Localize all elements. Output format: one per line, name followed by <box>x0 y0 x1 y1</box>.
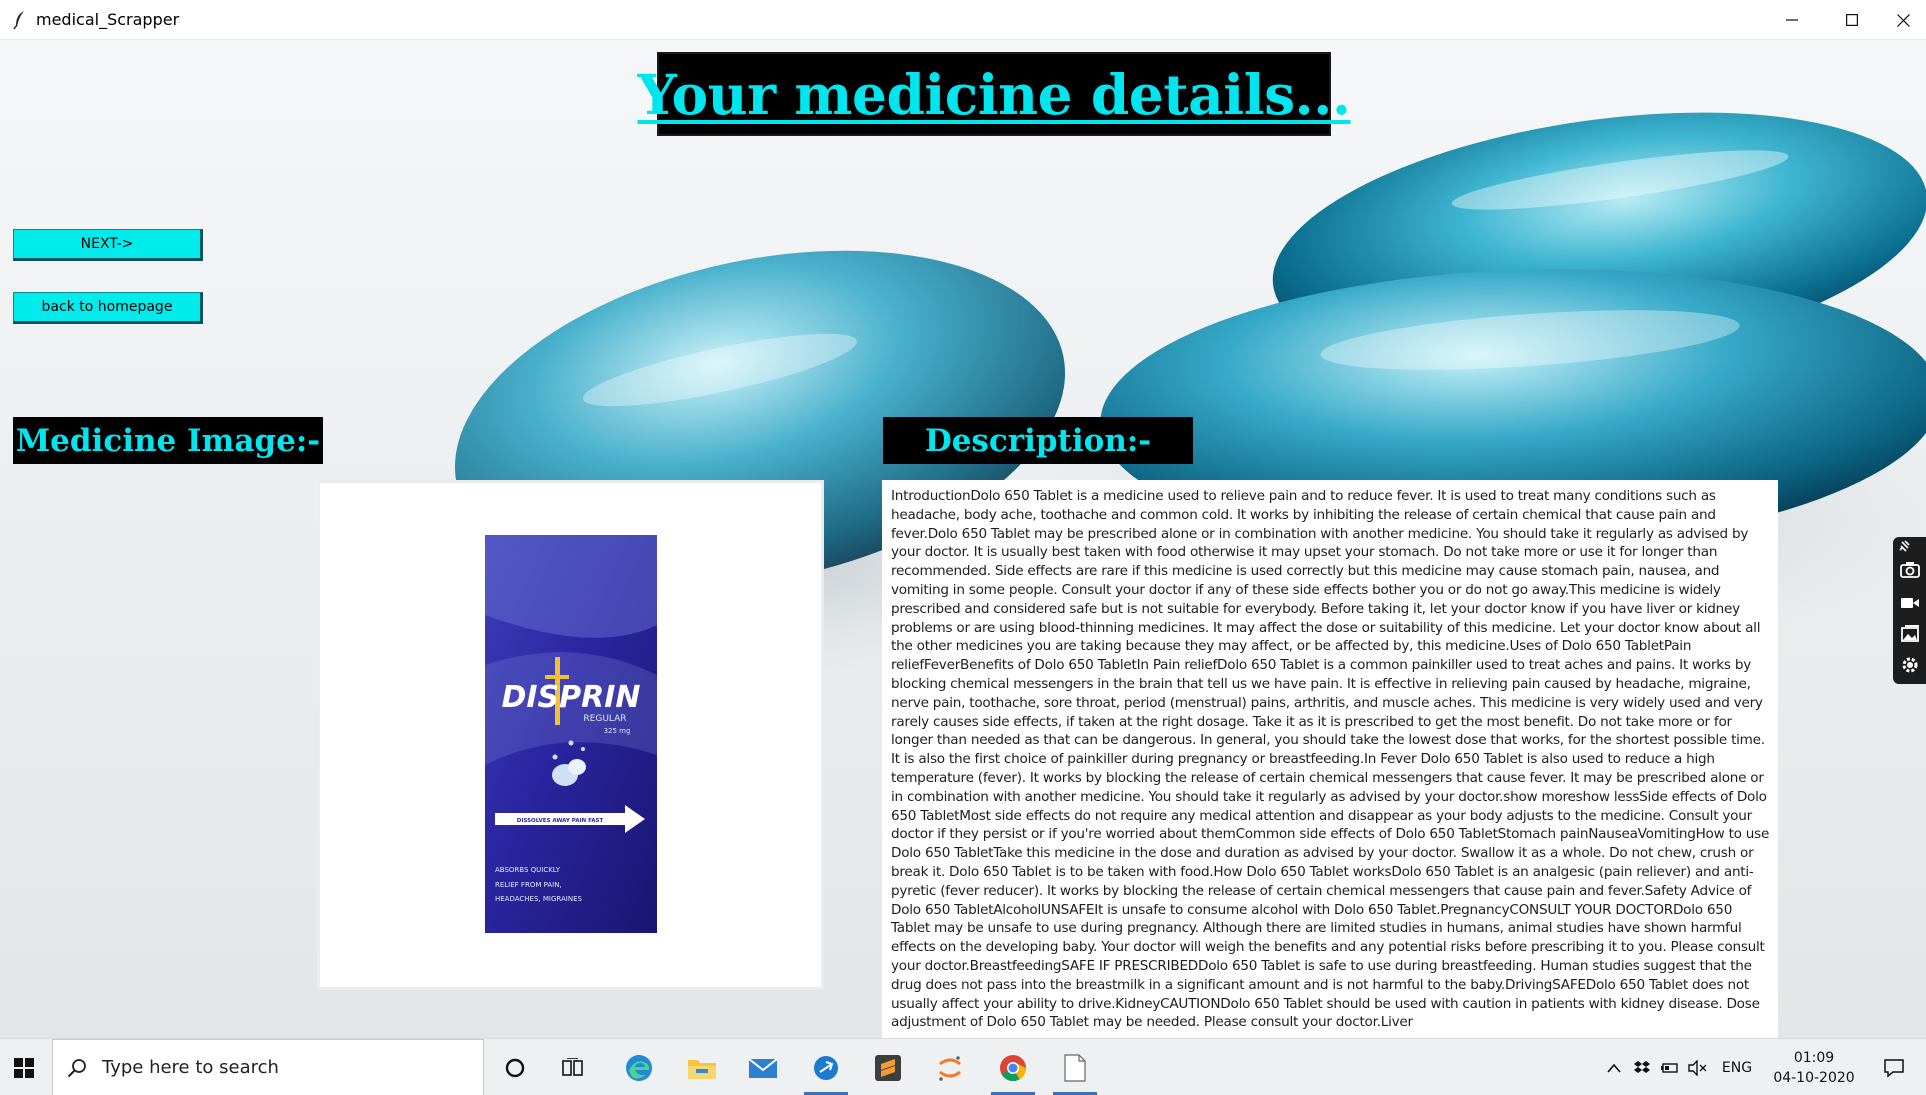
product-brand-text: DISPRIN <box>501 680 640 715</box>
medicine-product-image: DISPRIN REGULAR 325 mg DISSOLVES AWAY PA… <box>485 535 657 933</box>
show-hidden-icons-button[interactable] <box>1601 1039 1627 1095</box>
window-titlebar: medical_Scrapper <box>0 0 1926 40</box>
cortana-button[interactable] <box>487 1039 543 1095</box>
mail-button[interactable] <box>735 1039 791 1095</box>
volume-tray-button[interactable] <box>1685 1039 1711 1095</box>
search-icon <box>67 1059 86 1078</box>
clock-date: 04-10-2020 <box>1773 1070 1855 1086</box>
task-view-icon <box>562 1057 583 1076</box>
task-view-button[interactable] <box>545 1039 601 1095</box>
minimize-button[interactable] <box>1762 0 1822 40</box>
product-variant-text: REGULAR <box>583 714 626 724</box>
blue-app-button[interactable] <box>798 1039 854 1095</box>
settings-icon[interactable] <box>1899 654 1921 676</box>
window-title: medical_Scrapper <box>36 10 180 29</box>
dropbox-icon <box>1634 1060 1650 1073</box>
description-label-text: Description:- <box>924 422 1152 459</box>
maximize-icon <box>1846 14 1858 26</box>
app-window-content: Your medicine details... NEXT-> back to … <box>0 40 1926 1038</box>
volume-muted-icon <box>1688 1059 1707 1076</box>
chevron-up-icon <box>1607 1063 1621 1073</box>
windows-logo-icon <box>14 1057 34 1078</box>
medicine-image-label-text: Medicine Image:- <box>15 422 321 459</box>
jupyter-icon <box>939 1055 961 1081</box>
gallery-icon[interactable] <box>1899 623 1921 645</box>
next-button[interactable]: NEXT-> <box>13 229 203 261</box>
chrome-icon <box>1000 1054 1027 1081</box>
sublime-text-icon <box>875 1054 901 1081</box>
camera-icon[interactable] <box>1899 559 1921 581</box>
back-to-homepage-button[interactable]: back to homepage <box>13 292 203 324</box>
sublime-text-button[interactable] <box>860 1039 916 1095</box>
file-explorer-button[interactable] <box>674 1039 730 1095</box>
file-explorer-icon <box>688 1059 716 1079</box>
product-claim-2: RELIEF FROM PAIN, <box>495 881 562 889</box>
battery-icon <box>1661 1062 1678 1073</box>
feather-app-icon <box>13 11 24 30</box>
medicine-image-label: Medicine Image:- <box>13 417 323 464</box>
close-icon <box>1896 13 1910 27</box>
page-heading-text: Your medicine details... <box>637 61 1351 127</box>
windows-taskbar: Type here to search ENG 01:09 04-10-2020 <box>0 1038 1926 1095</box>
product-claim-3: HEADACHES, MIGRAINES <box>495 895 582 903</box>
app-blue-icon <box>814 1055 838 1080</box>
notification-icon <box>1884 1058 1904 1078</box>
battery-tray-button[interactable] <box>1657 1039 1683 1095</box>
description-textbox[interactable]: IntroductionDolo 650 Tablet is a medicin… <box>882 480 1778 1038</box>
video-icon[interactable] <box>1899 592 1921 614</box>
maximize-button[interactable] <box>1822 0 1882 40</box>
close-button[interactable] <box>1880 0 1926 40</box>
cortana-icon <box>505 1058 525 1077</box>
page-heading: Your medicine details... <box>637 52 1351 136</box>
notifications-button[interactable] <box>1872 1039 1916 1095</box>
mail-icon <box>748 1057 778 1078</box>
dropbox-tray-button[interactable] <box>1629 1039 1655 1095</box>
edge-icon <box>626 1054 652 1081</box>
product-strength-text: 325 mg <box>604 727 631 735</box>
language-indicator[interactable]: ENG <box>1714 1039 1760 1095</box>
product-banner-text: DISSOLVES AWAY PAIN FAST <box>517 818 604 824</box>
minimize-icon <box>1786 19 1798 21</box>
taskbar-clock[interactable]: 01:09 04-10-2020 <box>1766 1048 1862 1088</box>
medicine-image-frame: DISPRIN REGULAR 325 mg DISSOLVES AWAY PA… <box>317 480 824 990</box>
chrome-button[interactable] <box>985 1039 1041 1095</box>
notepad-button[interactable] <box>1047 1039 1103 1095</box>
jupyter-button[interactable] <box>922 1039 978 1095</box>
taskbar-search-box[interactable]: Type here to search <box>52 1039 484 1095</box>
description-label: Description:- <box>883 417 1193 464</box>
start-button[interactable] <box>0 1039 48 1095</box>
search-placeholder: Type here to search <box>102 1057 279 1078</box>
capture-toolbar <box>1893 537 1926 684</box>
edge-button[interactable] <box>611 1039 667 1095</box>
clock-time: 01:09 <box>1793 1050 1835 1066</box>
notepad-icon <box>1064 1053 1086 1082</box>
product-claim-1: ABSORBS QUICKLY <box>495 866 561 874</box>
pin-icon[interactable] <box>1897 539 1911 553</box>
